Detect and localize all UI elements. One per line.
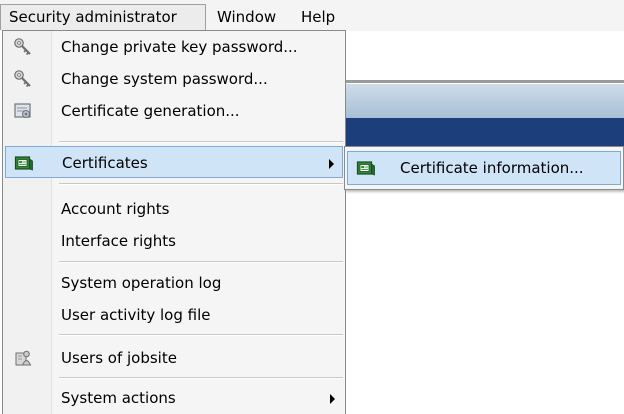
menu-help-label: Help bbox=[301, 8, 336, 26]
menu-separator bbox=[59, 183, 343, 185]
menu-item-label: Certificate information... bbox=[400, 159, 584, 177]
application-screen: Security administrator Window Help Chang… bbox=[0, 0, 624, 414]
menu-separator bbox=[59, 377, 343, 379]
menu-item-label: Users of jobsite bbox=[61, 349, 177, 367]
security-administrator-menu: Change private key password... Change sy… bbox=[2, 30, 346, 414]
menu-item-certificate-information[interactable]: Certificate information... bbox=[347, 151, 621, 185]
menu-item-system-operation-log[interactable]: System operation log bbox=[5, 267, 343, 299]
background-toolbar-divider bbox=[346, 80, 624, 83]
submenu-arrow-icon bbox=[329, 159, 334, 169]
menu-item-label: Change private key password... bbox=[61, 38, 298, 56]
certificates-icon bbox=[14, 153, 34, 173]
menu-item-account-rights[interactable]: Account rights bbox=[5, 193, 343, 225]
menu-help[interactable]: Help bbox=[293, 4, 347, 30]
menu-separator bbox=[59, 334, 343, 336]
certificates-submenu: Certificate information... bbox=[344, 146, 624, 190]
menu-item-label: Account rights bbox=[61, 200, 170, 218]
menu-item-interface-rights[interactable]: Interface rights bbox=[5, 225, 343, 257]
menu-item-change-private-key-password[interactable]: Change private key password... bbox=[5, 31, 343, 63]
menu-item-certificates[interactable]: Certificates bbox=[5, 146, 343, 178]
menu-separator bbox=[59, 261, 343, 263]
menu-item-label: System operation log bbox=[61, 274, 222, 292]
menu-window-label: Window bbox=[217, 8, 277, 26]
menu-security-administrator[interactable]: Security administrator bbox=[0, 4, 206, 30]
menu-separator bbox=[59, 141, 343, 143]
menu-item-users-of-jobsite[interactable]: Users of jobsite bbox=[5, 342, 343, 374]
menu-item-system-actions[interactable]: System actions bbox=[5, 382, 343, 414]
background-window-titlebar bbox=[346, 84, 624, 118]
key-icon bbox=[13, 69, 33, 89]
menu-item-change-system-password[interactable]: Change system password... bbox=[5, 63, 343, 95]
menu-security-administrator-label: Security administrator bbox=[9, 8, 177, 26]
users-icon bbox=[13, 348, 33, 368]
menu-item-label: Certificates bbox=[62, 154, 148, 172]
menu-bar: Security administrator Window Help bbox=[0, 0, 624, 31]
key-icon bbox=[13, 37, 33, 57]
menu-item-label: System actions bbox=[61, 389, 176, 407]
certificate-generation-icon bbox=[13, 101, 33, 121]
menu-item-label: Certificate generation... bbox=[61, 102, 240, 120]
menu-item-label: Interface rights bbox=[61, 232, 176, 250]
menu-item-label: User activity log file bbox=[61, 306, 211, 324]
menu-window[interactable]: Window bbox=[209, 4, 289, 30]
submenu-arrow-icon bbox=[330, 394, 335, 404]
menu-item-user-activity-log-file[interactable]: User activity log file bbox=[5, 299, 343, 331]
background-window-header bbox=[346, 118, 624, 148]
certificates-icon bbox=[356, 158, 376, 178]
menu-item-certificate-generation[interactable]: Certificate generation... bbox=[5, 95, 343, 127]
menu-item-label: Change system password... bbox=[61, 70, 268, 88]
